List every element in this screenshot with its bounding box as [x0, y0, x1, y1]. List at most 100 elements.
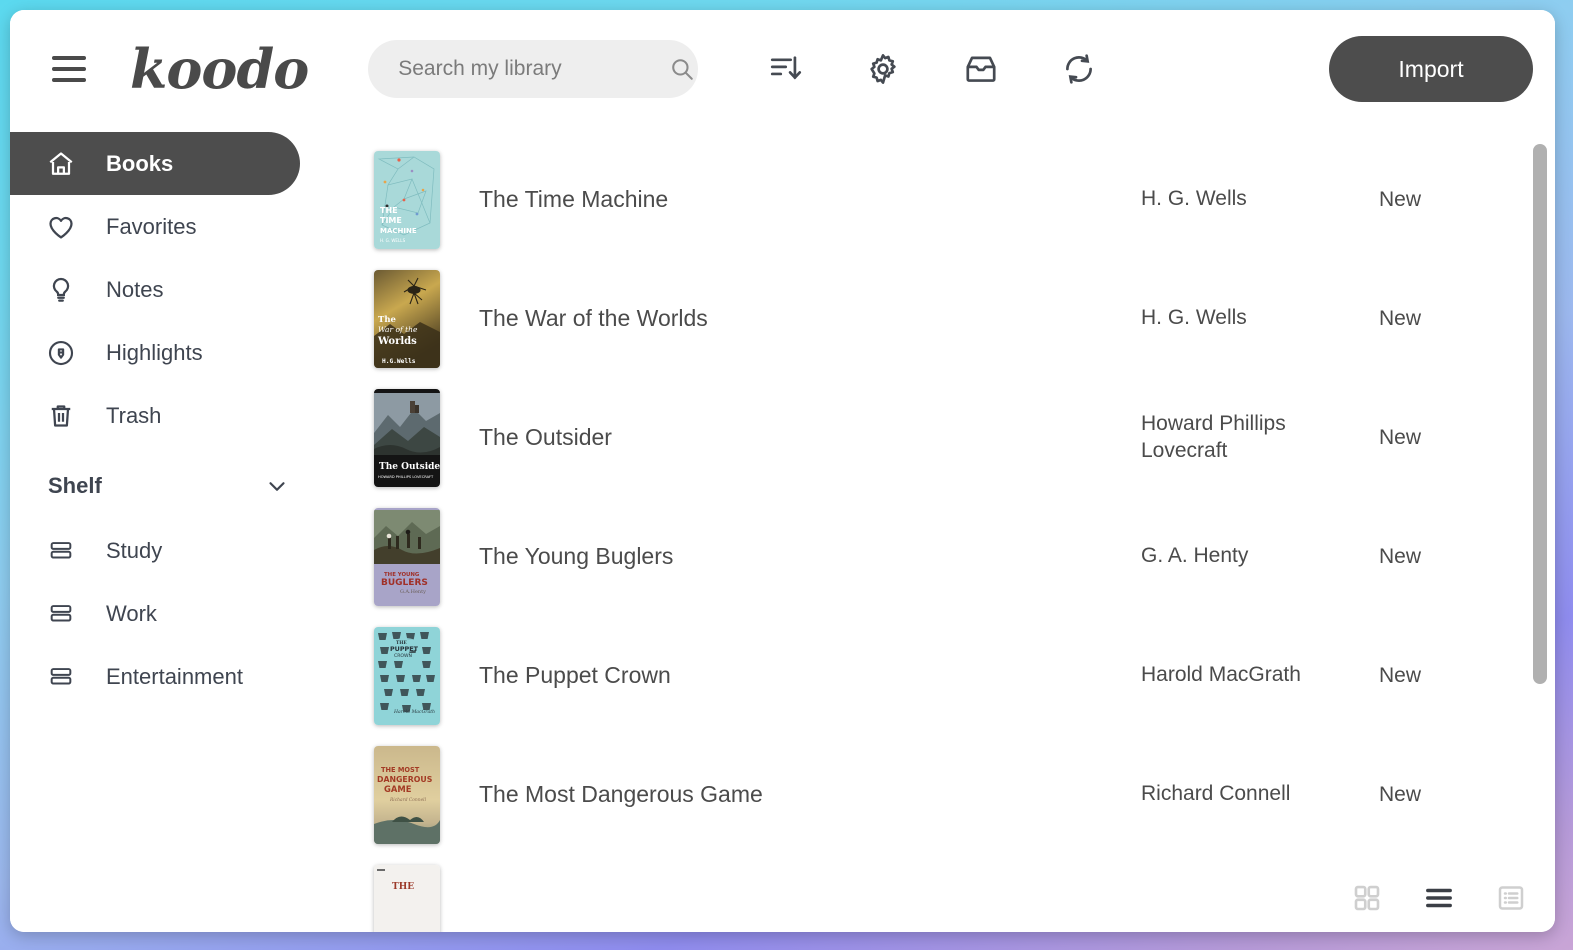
sidebar: Books Favorites Notes [10, 128, 348, 932]
heart-icon [43, 209, 79, 245]
book-status: New [1379, 664, 1475, 688]
book-title: The Puppet Crown [479, 662, 1141, 689]
svg-text:War of the: War of the [378, 325, 418, 334]
hamburger-bar [52, 56, 86, 60]
sidebar-item-favorites[interactable]: Favorites [10, 195, 300, 258]
svg-text:THE: THE [392, 882, 414, 892]
sidebar-item-books[interactable]: Books [10, 132, 300, 195]
book-status: New [1379, 783, 1475, 807]
book-cover[interactable]: THE TIME MACHINE H. G. WELLS [374, 151, 440, 249]
svg-text:Richard Connell: Richard Connell [389, 798, 427, 803]
shelf-icon [43, 596, 79, 632]
sidebar-item-trash[interactable]: Trash [10, 384, 300, 447]
book-author: Harold MacGrath [1141, 662, 1331, 689]
sidebar-shelf-item-work[interactable]: Work [10, 582, 348, 645]
book-cover[interactable]: The War of the Worlds H.G.Wells [374, 270, 440, 368]
svg-text:PUPPET: PUPPET [390, 645, 419, 653]
svg-text:THE: THE [380, 206, 398, 215]
book-cover[interactable]: THE [374, 865, 440, 933]
shelf-icon [43, 659, 79, 695]
hamburger-bar [52, 67, 86, 71]
grid-view-icon[interactable] [1347, 878, 1387, 918]
svg-text:The Outsider: The Outsider [379, 462, 440, 472]
table-row[interactable]: THE TIME MACHINE H. G. WELLS The Time Ma… [348, 140, 1525, 259]
sidebar-item-label: Favorites [106, 214, 196, 240]
sidebar-item-highlights[interactable]: Highlights [10, 321, 300, 384]
svg-text:THE MOST: THE MOST [381, 766, 420, 774]
view-switcher [1347, 878, 1531, 918]
table-row[interactable]: THE MOST DANGEROUS GAME Richard Connell … [348, 735, 1525, 854]
svg-text:H.G.Wells: H.G.Wells [382, 358, 416, 365]
book-author: Howard Phillips Lovecraft [1141, 411, 1331, 465]
search-box[interactable] [368, 40, 698, 98]
sidebar-shelf-item-entertainment[interactable]: Entertainment [10, 645, 348, 708]
sidebar-shelf-item-label: Work [106, 601, 157, 627]
hamburger-bar [52, 78, 86, 82]
shelf-section-header[interactable]: Shelf [10, 453, 348, 519]
svg-text:H. G. WELLS: H. G. WELLS [380, 238, 406, 243]
book-author: G. A. Henty [1141, 543, 1331, 570]
book-status: New [1379, 545, 1475, 569]
svg-text:The: The [378, 315, 397, 325]
book-title: The War of the Worlds [479, 305, 1141, 332]
sort-icon[interactable] [760, 44, 810, 94]
sidebar-shelf-item-label: Entertainment [106, 664, 243, 690]
book-author: H. G. Wells [1141, 186, 1331, 213]
app-window: koodo [10, 10, 1555, 932]
hamburger-menu-icon[interactable] [46, 46, 92, 92]
sidebar-item-label: Trash [106, 403, 161, 429]
svg-text:Worlds: Worlds [377, 336, 417, 347]
scrollbar-thumb[interactable] [1533, 144, 1547, 684]
book-list-panel: THE TIME MACHINE H. G. WELLS The Time Ma… [348, 128, 1555, 932]
svg-text:DANGEROUS: DANGEROUS [377, 775, 433, 784]
svg-text:GAME: GAME [384, 784, 412, 794]
chevron-down-icon[interactable] [264, 473, 290, 499]
sidebar-item-label: Highlights [106, 340, 203, 366]
table-row[interactable]: The Outsider HOWARD PHILLIPS LOVECRAFT T… [348, 378, 1525, 497]
book-author: H. G. Wells [1141, 305, 1331, 332]
svg-text:CROWN: CROWN [394, 653, 412, 659]
book-status: New [1379, 188, 1475, 212]
svg-text:BUGLERS: BUGLERS [381, 578, 428, 588]
sidebar-item-label: Books [106, 151, 173, 177]
sync-icon[interactable] [1054, 44, 1104, 94]
table-row[interactable]: THE PUPPET CROWN Harold MacGrath The Pup… [348, 616, 1525, 735]
top-toolbar: koodo [10, 10, 1555, 128]
gear-icon[interactable] [858, 44, 908, 94]
app-logo: koodo [130, 42, 308, 96]
book-title: The Most Dangerous Game [479, 781, 1141, 808]
book-cover[interactable]: THE PUPPET CROWN Harold MacGrath [374, 627, 440, 725]
book-cover[interactable]: The Outsider HOWARD PHILLIPS LOVECRAFT [374, 389, 440, 487]
detail-view-icon[interactable] [1491, 878, 1531, 918]
book-title: The Time Machine [479, 186, 1141, 213]
book-cover[interactable]: THE YOUNG BUGLERS G.A.Henty [374, 508, 440, 606]
book-title: The Outsider [479, 424, 1141, 451]
svg-text:HOWARD PHILLIPS LOVECRAFT: HOWARD PHILLIPS LOVECRAFT [378, 475, 434, 479]
table-row[interactable]: THE YOUNG BUGLERS G.A.Henty The Young Bu… [348, 497, 1525, 616]
book-title: The Young Buglers [479, 543, 1141, 570]
home-icon [43, 146, 79, 182]
inbox-icon[interactable] [956, 44, 1006, 94]
list-view-icon[interactable] [1419, 878, 1459, 918]
sidebar-shelf-item-label: Study [106, 538, 162, 564]
scrollbar-track[interactable] [1533, 128, 1547, 932]
sidebar-shelf-item-study[interactable]: Study [10, 519, 348, 582]
trash-icon [43, 398, 79, 434]
sidebar-item-notes[interactable]: Notes [10, 258, 300, 321]
svg-text:MACHINE: MACHINE [380, 227, 417, 235]
svg-text:Harold MacGrath: Harold MacGrath [393, 709, 435, 715]
lightbulb-icon [43, 272, 79, 308]
highlight-icon [43, 335, 79, 371]
svg-text:TIME: TIME [380, 216, 402, 225]
search-icon[interactable] [669, 56, 695, 82]
body-area: Books Favorites Notes [10, 128, 1555, 932]
import-button[interactable]: Import [1329, 36, 1533, 102]
book-author: Richard Connell [1141, 781, 1331, 808]
search-input[interactable] [398, 57, 669, 81]
book-cover[interactable]: THE MOST DANGEROUS GAME Richard Connell [374, 746, 440, 844]
table-row[interactable]: The War of the Worlds H.G.Wells The War … [348, 259, 1525, 378]
sidebar-item-label: Notes [106, 277, 163, 303]
shelf-icon [43, 533, 79, 569]
svg-text:G.A.Henty: G.A.Henty [400, 589, 426, 595]
book-status: New [1379, 307, 1475, 331]
